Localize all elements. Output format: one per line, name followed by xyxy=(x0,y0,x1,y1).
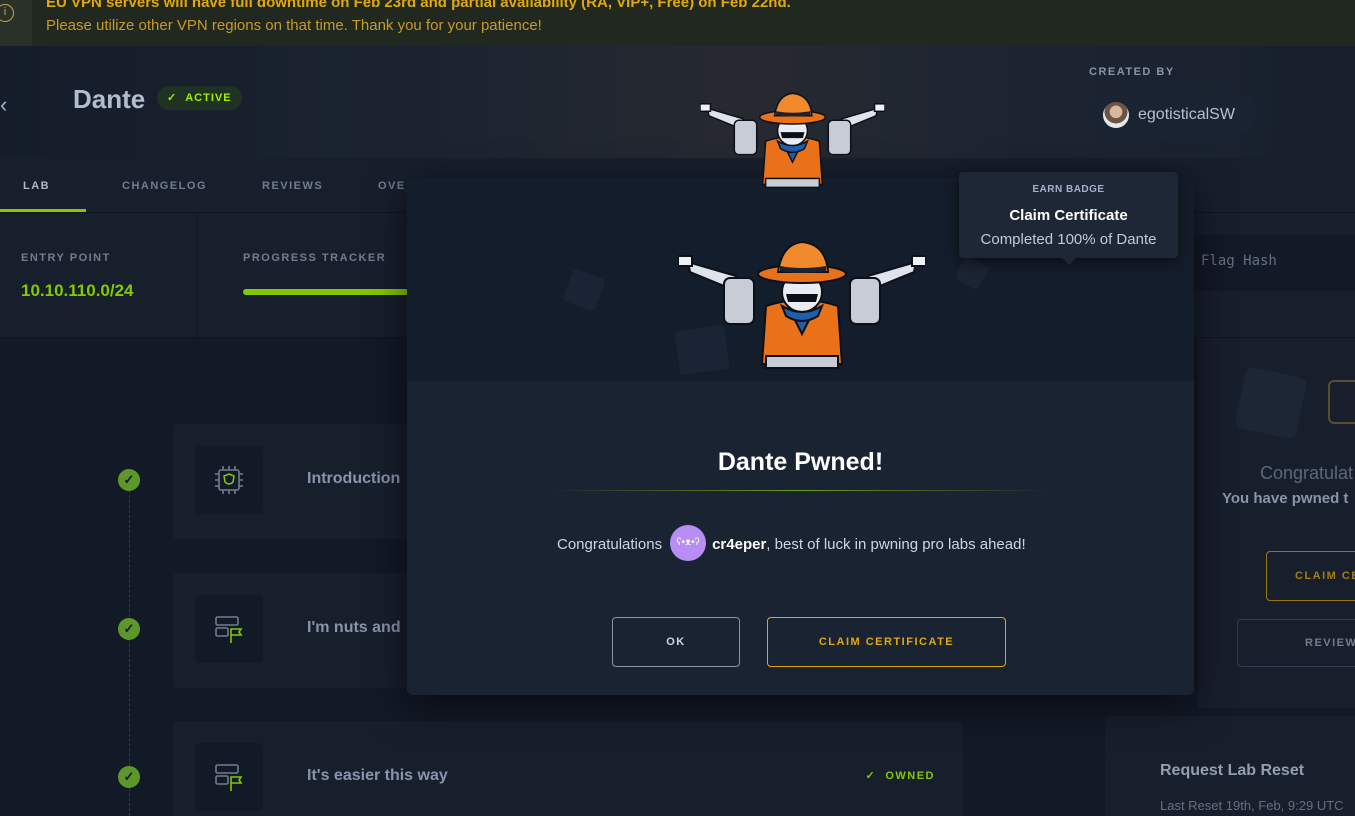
decorative-shape xyxy=(562,268,606,312)
dante-mascot-logo xyxy=(700,92,885,189)
avatar xyxy=(1103,102,1129,128)
tooltip-title: Claim Certificate xyxy=(1009,207,1128,224)
modal-message: Congratulations ʕ•ᴥ•ʔ cr4eper, best of luc… xyxy=(557,525,1026,563)
banner-headline: EU VPN servers will have full downtime o… xyxy=(46,0,791,11)
banner-message: Please utilize other VPN regions on that… xyxy=(46,17,542,34)
dante-mascot-logo xyxy=(678,241,926,369)
earn-badge-tooltip: EARN BADGE Claim Certificate Completed 1… xyxy=(959,172,1178,265)
tooltip-subtitle: Completed 100% of Dante xyxy=(980,231,1157,248)
username: cr4eper xyxy=(712,535,767,553)
info-icon: i xyxy=(0,0,32,46)
created-by-label: CREATED BY xyxy=(1089,66,1175,78)
message-suffix: , best of luck in pwning pro labs ahead! xyxy=(766,535,1026,553)
modal-title: Dante Pwned! xyxy=(717,448,884,476)
decorative-shape xyxy=(954,255,990,291)
chevron-left-icon[interactable]: ‹ xyxy=(0,92,7,118)
creator-name: egotisticalSW xyxy=(1138,106,1235,123)
avatar: ʕ•ᴥ•ʔ xyxy=(670,525,707,561)
tooltip-label: EARN BADGE xyxy=(1032,184,1105,195)
page-title: Dante xyxy=(73,84,146,114)
claim-certificate-button[interactable]: CLAIM CERTIFICATE xyxy=(767,617,1006,667)
page-root: i EU VPN servers will have full downtime… xyxy=(0,0,1355,816)
ok-button[interactable]: OK xyxy=(612,617,740,667)
status-badge: ✓ ACTIVE xyxy=(157,86,242,110)
announcement-banner: i EU VPN servers will have full downtime… xyxy=(0,0,1355,46)
check-icon: ✓ xyxy=(167,92,178,104)
creator-chip[interactable]: egotisticalSW xyxy=(1088,92,1257,136)
divider xyxy=(550,490,1050,491)
status-badge-label: ACTIVE xyxy=(185,92,232,104)
message-prefix: Congratulations xyxy=(557,535,663,553)
